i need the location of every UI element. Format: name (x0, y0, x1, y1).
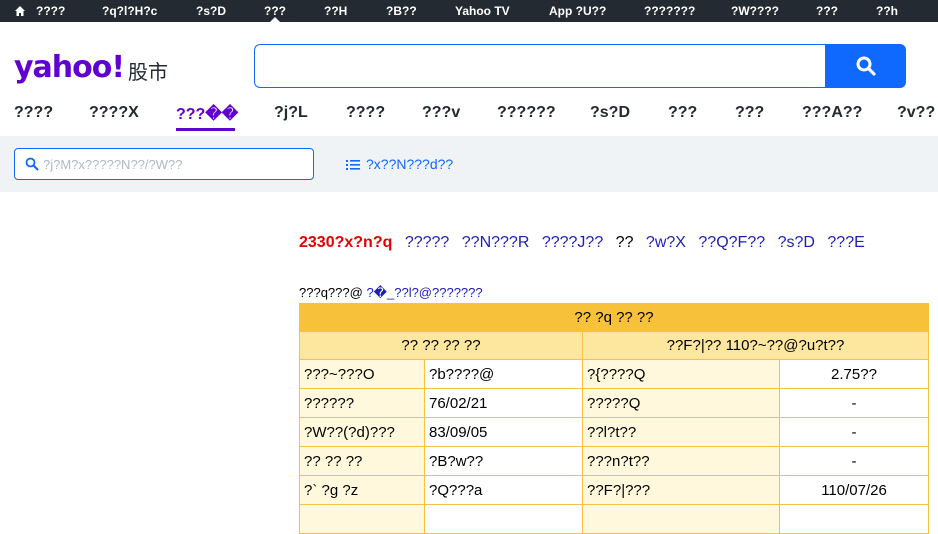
table-row: ?W??(?d)??? 83/09/05 ??l?t?? - (299, 417, 929, 447)
cell-label: ?{????Q (582, 359, 780, 389)
tab-4[interactable]: ?j?L (274, 104, 308, 122)
tab-5[interactable]: ???? (346, 104, 385, 122)
tab-7[interactable]: ?????? (497, 104, 556, 122)
tab-11[interactable]: ???A?? (802, 104, 862, 122)
top-navigation-bar: ???? ?q?l?H?c ?s?D ??? ??H ?B?? Yahoo TV… (0, 0, 938, 23)
source-label: ???q???@ (299, 285, 363, 300)
stock-list-link[interactable]: ?x??N???d?? (346, 156, 453, 172)
company-info-table: ?? ?q ?? ?? ?? ?? ?? ?? ??F?|?? 110?~??@… (299, 303, 929, 534)
tab-12[interactable]: ?v?? (897, 104, 935, 122)
cell-label (299, 504, 425, 534)
cell-label (582, 504, 780, 534)
cell-value (424, 504, 583, 534)
table-header-row: ?? ?? ?? ?? ??F?|?? 110?~??@?u?t?? (299, 331, 929, 360)
tab-news[interactable]: ?s?D (590, 104, 630, 122)
cell-value: 110/07/26 (779, 475, 929, 505)
tab-active[interactable]: ???�� (176, 104, 238, 124)
cell-value: ?b????@ (424, 359, 583, 389)
logo-subtitle[interactable]: 股市 (128, 56, 168, 85)
cell-label: ???~???O (299, 359, 425, 389)
topbar-item-11[interactable]: ??? (816, 0, 838, 22)
tab-6[interactable]: ???v (422, 104, 460, 122)
table-header-right: ??F?|?? 110?~??@?u?t?? (582, 331, 929, 360)
cell-value: ?Q???a (424, 475, 583, 505)
tab-2[interactable]: ????X (89, 104, 139, 122)
cell-value: 2.75?? (779, 359, 929, 389)
active-tab-indicator (176, 128, 235, 131)
topbar-item-12[interactable]: ??h (876, 0, 898, 22)
cell-label: ?W??(?d)??? (299, 417, 425, 447)
home-icon[interactable] (14, 5, 26, 17)
table-row (299, 504, 929, 534)
topbar-item-home[interactable]: ???? (36, 0, 65, 22)
stock-link-3[interactable]: ????J?? (542, 234, 603, 251)
search-button[interactable] (825, 44, 906, 88)
search-icon (856, 56, 876, 76)
stock-links-row: 2330?x?n?q ????? ??N???R ????J?? ?? ?w?X… (299, 234, 865, 252)
table-header-left: ?? ?? ?? ?? (299, 331, 583, 360)
cell-label: ?????Q (582, 388, 780, 418)
stock-nav-tabs: ???? ????X ???�� ?j?L ???? ???v ?????? ?… (0, 94, 938, 134)
list-icon (346, 160, 360, 171)
cell-value: 83/09/05 (424, 417, 583, 447)
topbar-item-news[interactable]: ?s?D (196, 0, 226, 22)
search-icon (25, 157, 39, 171)
stock-link-5[interactable]: ?w?X (646, 234, 686, 251)
table-row: ???~???O ?b????@ ?{????Q 2.75?? (299, 359, 929, 389)
cell-label: ?????? (299, 388, 425, 418)
source-link[interactable]: ?�_??l?@??????? (366, 285, 482, 300)
cell-label: ???n?t?? (582, 446, 780, 476)
topbar-item-2[interactable]: ?q?l?H?c (102, 0, 157, 22)
cell-value: - (779, 417, 929, 447)
stock-link-1[interactable]: ????? (405, 234, 450, 251)
stock-code: 2330?x?n?q (299, 234, 393, 251)
stock-link-4: ?? (615, 234, 634, 251)
stock-link-news[interactable]: ?s?D (778, 234, 815, 251)
topbar-item-9[interactable]: ??????? (644, 0, 695, 22)
table-row: ?????? 76/02/21 ?????Q - (299, 388, 929, 418)
cell-label: ??F?|??? (582, 475, 780, 505)
stock-link-6[interactable]: ??Q?F?? (698, 234, 765, 251)
stock-link-8[interactable]: ???E (827, 234, 864, 251)
quote-search-bar: ?j?M?x?????N??/?W?? ?x??N???d?? (0, 136, 938, 192)
cell-value (779, 504, 929, 534)
table-row: ?` ?g ?z ?Q???a ??F?|??? 110/07/26 (299, 475, 929, 505)
cell-value: 76/02/21 (424, 388, 583, 418)
cell-value: ?B?w?? (424, 446, 583, 476)
topbar-item-6[interactable]: ?B?? (386, 0, 417, 22)
main-search-input[interactable] (254, 44, 826, 88)
topbar-item-yahoo-tv[interactable]: Yahoo TV (455, 0, 510, 22)
tab-10[interactable]: ??? (735, 104, 764, 122)
quote-search-input[interactable]: ?j?M?x?????N??/?W?? (14, 148, 314, 180)
quote-search-placeholder: ?j?M?x?????N??/?W?? (43, 157, 183, 172)
cell-value: - (779, 388, 929, 418)
yahoo-logo[interactable]: yahoo! (14, 50, 125, 85)
data-source-line: ???q???@ ?�_??l?@??????? (299, 285, 483, 301)
stock-list-label[interactable]: ?x??N???d?? (366, 156, 453, 172)
cell-value: - (779, 446, 929, 476)
table-title-row: ?? ?q ?? ?? (299, 303, 929, 332)
table-row: ?? ?? ?? ?B?w?? ???n?t?? - (299, 446, 929, 476)
tab-9[interactable]: ??? (668, 104, 697, 122)
cell-label: ??l?t?? (582, 417, 780, 447)
stock-link-2[interactable]: ??N???R (462, 234, 530, 251)
topbar-item-5[interactable]: ??H (324, 0, 347, 22)
topbar-item-10[interactable]: ?W???? (731, 0, 779, 22)
cell-label: ?? ?? ?? (299, 446, 425, 476)
table-title: ?? ?q ?? ?? (299, 303, 929, 332)
topbar-item-app[interactable]: App ?U?? (549, 0, 606, 22)
tab-1[interactable]: ???? (14, 104, 53, 122)
cell-label: ?` ?g ?z (299, 475, 425, 505)
